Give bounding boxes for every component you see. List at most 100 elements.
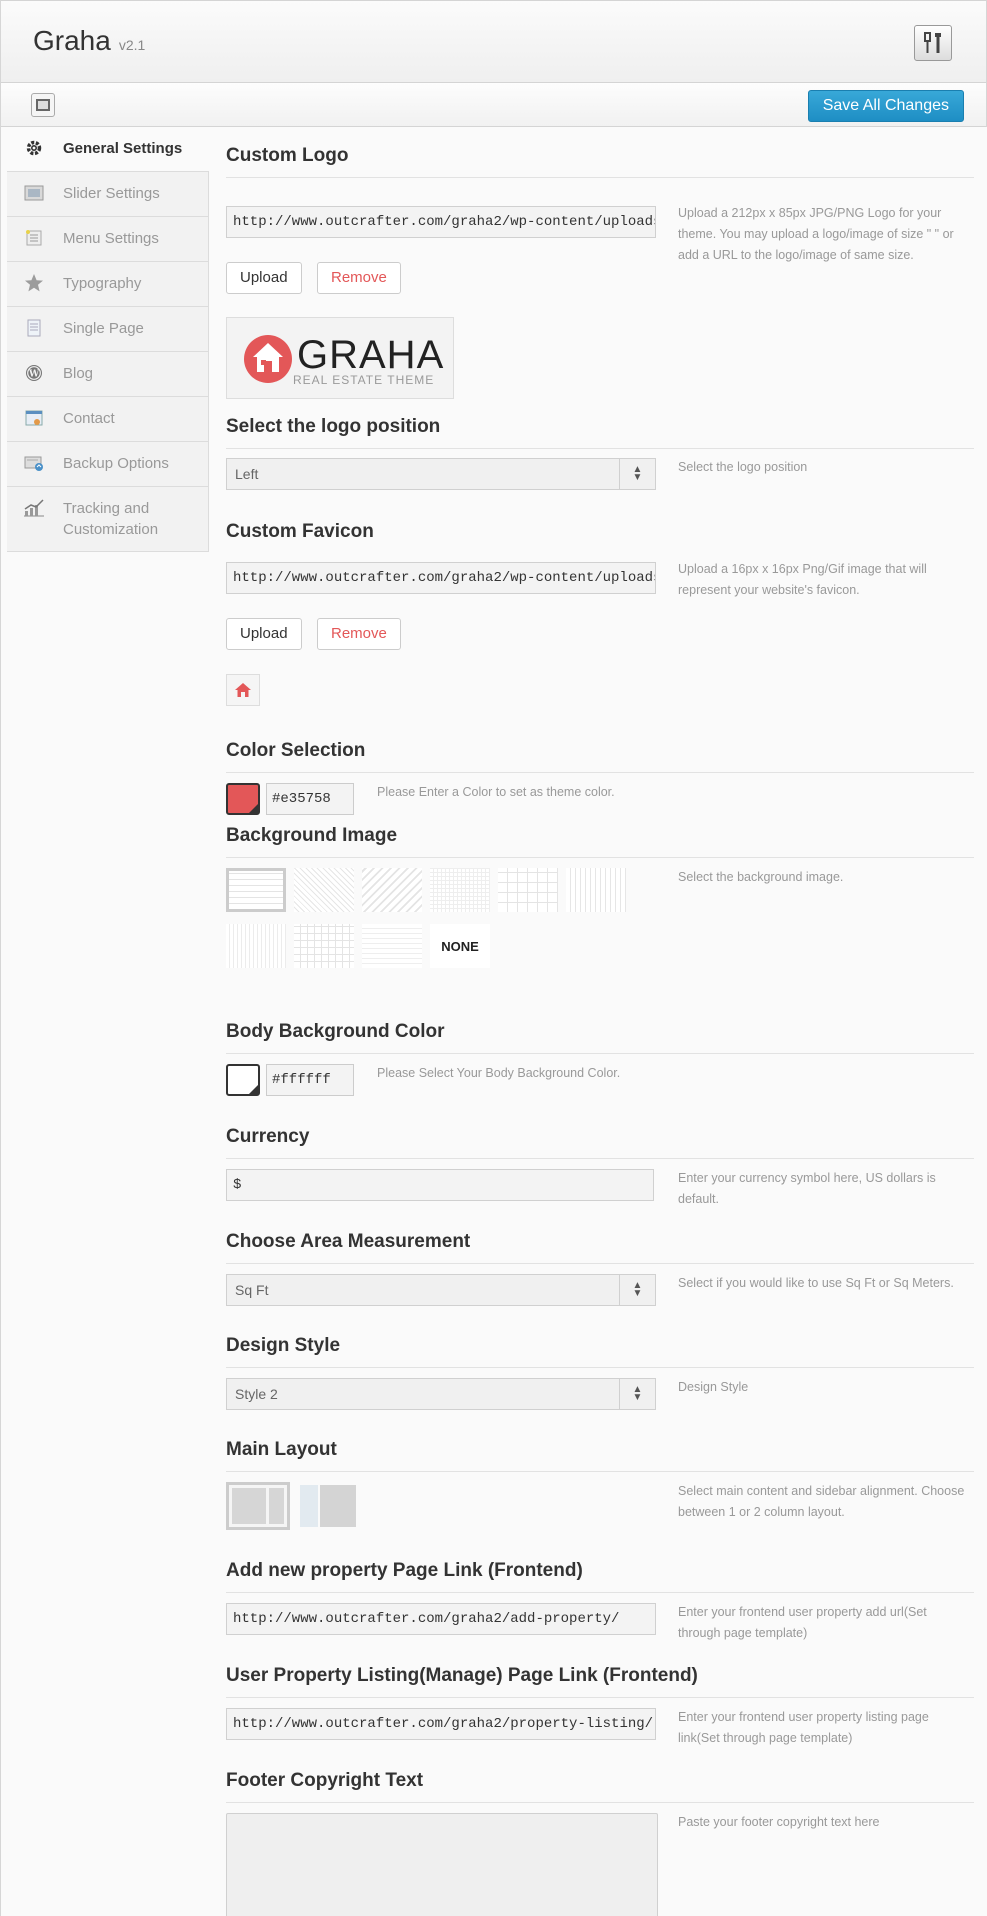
sidebar-item-single-page[interactable]: Single Page	[7, 307, 208, 352]
color-description: Please Enter a Color to set as theme col…	[377, 785, 615, 799]
logo-description: Upload a 212px x 85px JPG/PNG Logo for y…	[678, 206, 954, 262]
property-listing-description: Enter your frontend user property listin…	[678, 1710, 929, 1745]
layout-description: Select main content and sidebar alignmen…	[678, 1484, 965, 1519]
background-pattern-option[interactable]	[226, 868, 286, 912]
logo-url-input[interactable]: http://www.outcrafter.com/graha2/wp-cont…	[226, 206, 656, 238]
app-version: v2.1	[118, 37, 146, 53]
body-color-description: Please Select Your Body Background Color…	[377, 1066, 621, 1080]
currency-section: Currency $ Enter your currency symbol he…	[226, 1126, 974, 1206]
backup-icon	[23, 453, 45, 473]
background-image-section: Background Image Select the background i…	[226, 825, 974, 968]
add-property-description: Enter your frontend user property add ur…	[678, 1605, 927, 1640]
area-description: Select if you would like to use Sq Ft or…	[678, 1276, 954, 1290]
svg-text:W: W	[28, 370, 40, 380]
sidebar-item-label: Contact	[63, 410, 115, 427]
logo-brand-name: GRAHA	[297, 333, 445, 377]
area-measurement-select[interactable]: Sq Ft ▲ ▼	[226, 1274, 656, 1306]
favicon-preview	[226, 674, 260, 706]
section-title: Custom Favicon	[226, 521, 374, 542]
body-color-input[interactable]: #ffffff	[266, 1064, 354, 1096]
section-title: Footer Copyright Text	[226, 1770, 974, 1803]
sidebar-item-tracking-and-customization[interactable]: Tracking and Customization	[7, 487, 208, 552]
tools-icon[interactable]	[914, 25, 952, 61]
sidebar: General Settings Slider Settings Menu Se…	[7, 127, 209, 552]
theme-color-swatch[interactable]	[226, 783, 260, 815]
custom-logo-section: Custom Logo http://www.outcrafter.com/gr…	[226, 145, 974, 399]
sidebar-item-menu-settings[interactable]: Menu Settings	[7, 217, 208, 262]
wordpress-icon: W	[23, 363, 45, 383]
background-pattern-option[interactable]	[362, 868, 422, 912]
background-pattern-option[interactable]	[498, 868, 558, 912]
sidebar-item-blog[interactable]: W Blog	[7, 352, 208, 397]
add-property-link-section: Add new property Page Link (Frontend) ht…	[226, 1560, 974, 1640]
section-title: Custom Logo	[226, 145, 974, 178]
currency-input[interactable]: $	[226, 1169, 654, 1201]
sidebar-item-contact[interactable]: Contact	[7, 397, 208, 442]
save-all-changes-button[interactable]: Save All Changes	[807, 90, 964, 122]
layout-toggle-icon[interactable]	[31, 93, 55, 117]
header: Graha v2.1	[1, 0, 986, 83]
background-description: Select the background image.	[678, 870, 844, 884]
select-arrows-icon: ▲ ▼	[619, 1275, 655, 1305]
chart-icon	[23, 498, 45, 518]
background-pattern-option[interactable]	[226, 924, 286, 968]
footer-copyright-section: Footer Copyright Text Paste your footer …	[226, 1770, 974, 1916]
sidebar-item-label: Menu Settings	[63, 230, 159, 247]
logo-brand-tagline: REAL ESTATE THEME	[293, 373, 435, 387]
design-description: Design Style	[678, 1380, 749, 1394]
section-title: Select the logo position	[226, 416, 974, 449]
design-style-section: Design Style Style 2 ▲ ▼ Design Style	[226, 1335, 974, 1410]
favicon-url-input[interactable]: http://www.outcrafter.com/graha2/wp-cont…	[226, 562, 656, 594]
body-background-color-section: Body Background Color #ffffff Please Sel…	[226, 1021, 974, 1096]
sidebar-item-label: Backup Options	[63, 455, 169, 472]
logo-preview: GRAHA REAL ESTATE THEME	[226, 317, 454, 399]
background-pattern-option[interactable]	[362, 924, 422, 968]
contact-icon	[23, 408, 45, 428]
sidebar-item-label: Typography	[63, 275, 142, 292]
design-style-select[interactable]: Style 2 ▲ ▼	[226, 1378, 656, 1410]
section-title: Add new property Page Link (Frontend)	[226, 1560, 974, 1593]
background-pattern-option[interactable]	[294, 924, 354, 968]
select-value: Left	[235, 466, 259, 482]
select-arrows-icon: ▲ ▼	[619, 459, 655, 489]
sidebar-item-label: Slider Settings	[63, 185, 160, 202]
logo-position-select[interactable]: Left ▲ ▼	[226, 458, 656, 490]
section-title: Design Style	[226, 1335, 974, 1368]
background-none-option[interactable]: NONE	[430, 924, 490, 968]
section-title: User Property Listing(Manage) Page Link …	[226, 1665, 974, 1698]
background-pattern-option[interactable]	[566, 868, 626, 912]
add-property-url-input[interactable]: http://www.outcrafter.com/graha2/add-pro…	[226, 1603, 656, 1635]
property-listing-url-input[interactable]: http://www.outcrafter.com/graha2/propert…	[226, 1708, 656, 1740]
favicon-upload-button[interactable]: Upload	[226, 618, 302, 650]
sidebar-item-slider-settings[interactable]: Slider Settings	[7, 172, 208, 217]
logo-upload-button[interactable]: Upload	[226, 262, 302, 294]
logo-position-section: Select the logo position Left ▲ ▼ Select …	[226, 416, 974, 490]
sidebar-item-typography[interactable]: Typography	[7, 262, 208, 307]
favicon-remove-button[interactable]: Remove	[317, 618, 401, 650]
layout-option-sidebar-right[interactable]	[226, 1482, 290, 1530]
slider-icon	[23, 183, 45, 203]
area-measurement-section: Choose Area Measurement Sq Ft ▲ ▼ Select …	[226, 1231, 974, 1306]
sidebar-item-backup-options[interactable]: Backup Options	[7, 442, 208, 487]
page-icon	[23, 318, 45, 338]
logo-remove-button[interactable]: Remove	[317, 262, 401, 294]
sidebar-item-label: Tracking and Customization	[63, 500, 159, 538]
color-selection-section: Color Selection #e35758 Please Enter a C…	[226, 740, 974, 815]
section-title: Background Image	[226, 825, 974, 858]
body-color-swatch[interactable]	[226, 1064, 260, 1096]
background-pattern-option[interactable]	[430, 868, 490, 912]
footer-copyright-textarea[interactable]	[226, 1813, 658, 1916]
settings-page: Graha v2.1 Save All Changes General Setti…	[0, 0, 987, 1916]
sidebar-item-general-settings[interactable]: General Settings	[7, 127, 209, 172]
app-title: Graha v2.1	[33, 25, 145, 57]
footer-description: Paste your footer copyright text here	[678, 1815, 880, 1829]
sidebar-item-label: General Settings	[63, 140, 183, 157]
toolbar: Save All Changes	[1, 83, 986, 127]
property-listing-link-section: User Property Listing(Manage) Page Link …	[226, 1665, 974, 1745]
select-value: Sq Ft	[235, 1282, 269, 1298]
theme-color-input[interactable]: #e35758	[266, 783, 354, 815]
sidebar-item-label: Blog	[63, 365, 94, 382]
currency-description: Enter your currency symbol here, US doll…	[678, 1171, 936, 1206]
background-pattern-option[interactable]	[294, 868, 354, 912]
layout-option-sidebar-left[interactable]	[300, 1485, 356, 1527]
